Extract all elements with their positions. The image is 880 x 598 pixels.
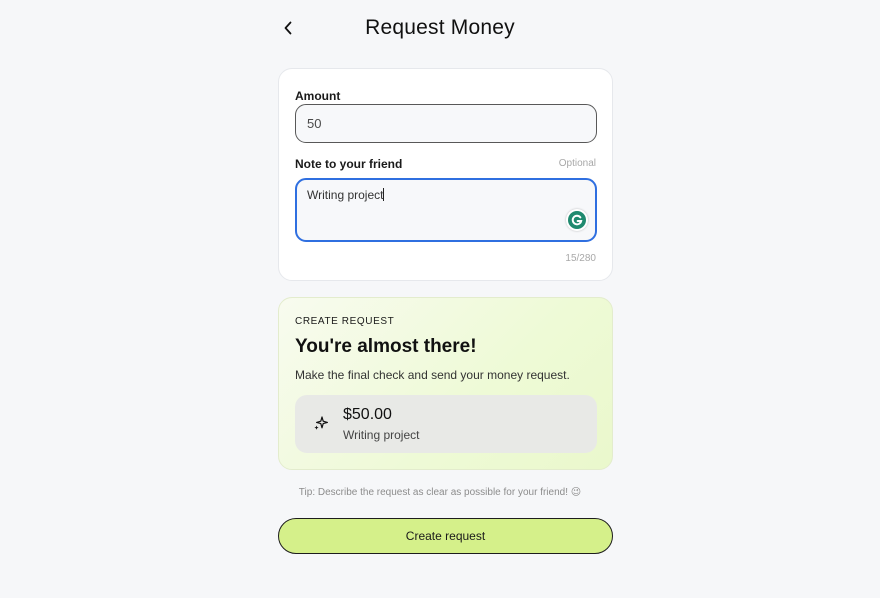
create-request-summary: CREATE REQUEST You're almost there! Make… — [278, 297, 613, 470]
character-counter: 15/280 — [565, 253, 596, 264]
optional-hint: Optional — [558, 158, 596, 169]
summary-eyebrow: CREATE REQUEST — [295, 316, 395, 327]
grammarly-icon — [568, 211, 586, 229]
sparkle-icon — [314, 416, 328, 430]
note-textarea[interactable]: Writing project — [295, 178, 597, 242]
preview-note: Writing project — [343, 428, 420, 442]
text-caret — [383, 188, 385, 201]
amount-value: 50 — [307, 116, 322, 131]
tip-text: Tip: Describe the request as clear as po… — [298, 487, 582, 498]
preview-amount: $50.00 — [343, 406, 392, 423]
summary-headline: You're almost there! — [295, 336, 477, 357]
amount-input[interactable]: 50 — [295, 104, 597, 143]
grammarly-button[interactable] — [566, 209, 588, 231]
create-request-button[interactable]: Create request — [278, 518, 613, 554]
page-title: Request Money — [365, 16, 515, 39]
note-label: Note to your friend — [295, 157, 403, 171]
header: Request Money — [0, 0, 880, 60]
note-value: Writing project — [307, 188, 384, 202]
request-preview: $50.00 Writing project — [295, 395, 597, 453]
amount-label: Amount — [295, 89, 341, 103]
request-form-card: Amount 50 Note to your friend Optional W… — [278, 68, 613, 281]
summary-description: Make the final check and send your money… — [295, 368, 570, 382]
create-request-label: Create request — [405, 529, 486, 543]
